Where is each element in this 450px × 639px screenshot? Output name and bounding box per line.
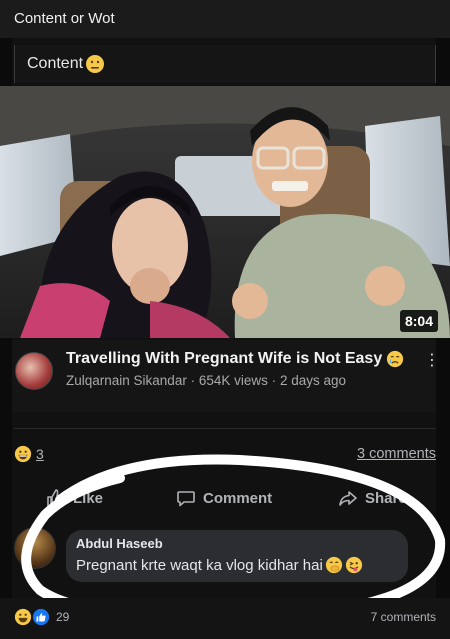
divider	[14, 428, 436, 429]
post-text-area: Content	[14, 45, 436, 83]
comments-link[interactable]: 3 comments	[357, 446, 436, 462]
share-icon	[339, 491, 357, 506]
comment-bubble: Abdul Haseeb Pregnant krte waqt ka vlog …	[66, 530, 408, 582]
video-title-text: Travelling With Pregnant Wife is Not Eas…	[66, 350, 383, 367]
footer-reaction-count[interactable]: 29	[56, 610, 69, 624]
top-bar: Content or Wot	[0, 0, 450, 38]
group-title[interactable]: Content or Wot	[14, 10, 115, 27]
more-options-icon[interactable]: ⋮	[424, 352, 440, 370]
comment-body: Pregnant krte waqt ka vlog kidhar hai	[76, 556, 323, 574]
reaction-count[interactable]: 3	[36, 446, 44, 462]
like-reaction-icon[interactable]	[32, 608, 50, 626]
channel-name[interactable]: Zulqarnain Sikandar	[66, 373, 187, 388]
comment-button[interactable]: Comment	[176, 488, 272, 508]
comment-icon	[177, 491, 195, 507]
video-meta: Travelling With Pregnant Wife is Not Eas…	[12, 340, 440, 412]
separator: ·	[190, 373, 196, 388]
grinning-reaction-icon[interactable]	[14, 445, 32, 463]
post-footer: 29 7 comments	[0, 598, 450, 639]
like-button[interactable]: Like	[46, 488, 103, 508]
hand-over-mouth-icon	[325, 556, 342, 574]
post-text: Content	[27, 54, 105, 74]
view-count: 654K views	[198, 373, 268, 388]
reactions-summary: 3 3 comments	[14, 444, 436, 466]
crying-face-icon	[387, 350, 404, 368]
neutral-face-icon	[86, 55, 105, 73]
video-subtitle: Zulqarnain Sikandar · 654K views · 2 day…	[66, 373, 346, 388]
comment-text: Pregnant krte waqt ka vlog kidhar hai	[76, 556, 363, 574]
share-button[interactable]: Share	[338, 488, 407, 508]
video-thumbnail[interactable]: 8:04	[0, 86, 450, 338]
winking-tongue-face-icon	[345, 556, 362, 574]
thumbs-up-icon	[47, 489, 65, 507]
footer-comments-link[interactable]: 7 comments	[371, 610, 436, 624]
grinning-reaction-icon[interactable]	[14, 608, 32, 626]
upload-age: 2 days ago	[279, 373, 346, 388]
video-title[interactable]: Travelling With Pregnant Wife is Not Eas…	[66, 350, 404, 368]
separator: ·	[271, 373, 277, 388]
video-duration: 8:04	[399, 310, 438, 332]
comment-label: Comment	[203, 489, 273, 507]
post-actions: Like Comment Share	[14, 484, 436, 512]
share-label: Share	[365, 489, 407, 507]
thumbnail-scene	[0, 86, 450, 338]
like-label: Like	[73, 489, 104, 507]
channel-avatar[interactable]	[15, 352, 53, 390]
post-text-label: Content	[27, 55, 84, 72]
commenter-name[interactable]: Abdul Haseeb	[76, 536, 163, 551]
commenter-avatar[interactable]	[14, 527, 56, 569]
